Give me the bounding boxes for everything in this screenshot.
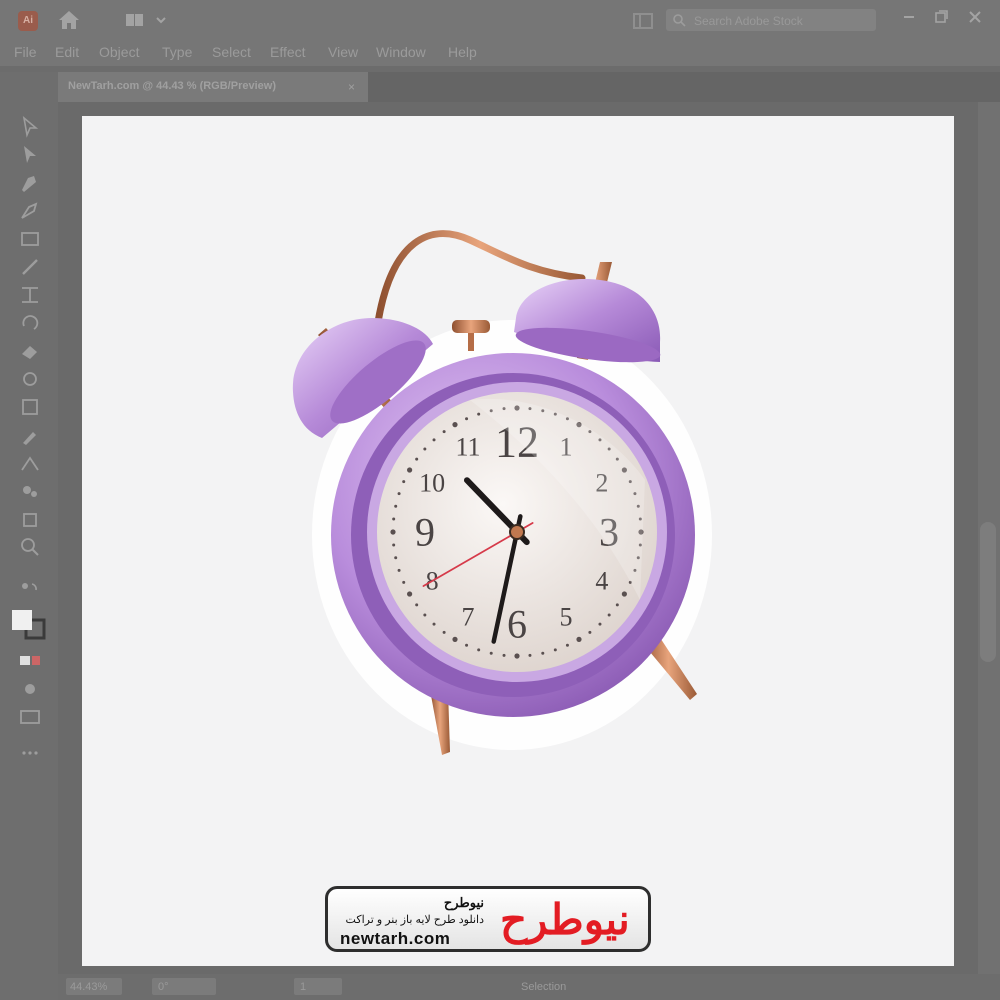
- numeral-11: 11: [455, 433, 480, 462]
- minute-tick: [392, 543, 396, 547]
- minute-tick: [514, 653, 520, 659]
- zoom-level: 44.43%: [70, 981, 108, 993]
- minute-tick: [576, 636, 582, 642]
- minute-tick: [394, 556, 398, 560]
- numeral-10: 10: [419, 469, 445, 498]
- watermark-name: نیوطرح: [443, 895, 484, 910]
- minute-tick: [397, 492, 401, 496]
- tool-mode: Selection: [521, 981, 567, 993]
- minute-tick: [423, 447, 427, 451]
- watermark-logo: نیوطرح: [500, 896, 632, 943]
- vertical-scrollbar[interactable]: [978, 102, 1000, 974]
- minute-tick: [415, 603, 419, 607]
- minute-tick: [423, 613, 427, 617]
- minute-tick: [565, 643, 569, 647]
- minute-tick: [588, 630, 592, 634]
- minute-tick: [615, 603, 619, 607]
- minute-tick: [598, 622, 602, 626]
- minute-tick: [489, 651, 493, 655]
- minute-tick: [432, 438, 436, 442]
- minute-tick: [442, 630, 446, 634]
- artboard-number: 1: [300, 981, 307, 993]
- minute-tick: [465, 417, 469, 421]
- minute-tick: [442, 430, 446, 434]
- minute-tick: [477, 412, 481, 416]
- alarm-button: [452, 320, 490, 333]
- status-bar: 44.43% 0° 1 Selection: [58, 974, 1000, 1000]
- numeral-9: 9: [415, 510, 435, 555]
- minute-tick: [415, 457, 419, 461]
- minute-tick: [402, 580, 406, 584]
- numeral-6: 6: [507, 602, 527, 647]
- alarm-clock-illustration[interactable]: 121234567891011: [0, 0, 1000, 1000]
- minute-tick: [502, 653, 506, 657]
- minute-tick: [432, 622, 436, 626]
- minute-tick: [452, 422, 458, 428]
- minute-tick: [528, 653, 532, 657]
- numeral-7: 7: [462, 602, 475, 631]
- minute-tick: [541, 651, 545, 655]
- minute-tick: [407, 591, 413, 597]
- minute-tick: [607, 613, 611, 617]
- minute-tick: [452, 636, 458, 642]
- center-hub: [509, 524, 525, 540]
- minute-tick: [394, 504, 398, 508]
- minute-tick: [477, 648, 481, 652]
- watermark-tagline: دانلود طرح لایه باز بنر و تراکت: [345, 914, 484, 926]
- watermark-url: newtarh.com: [340, 929, 451, 948]
- numeral-5: 5: [560, 602, 573, 631]
- minute-tick: [390, 529, 396, 535]
- rotation-value: 0°: [158, 981, 169, 993]
- minute-tick: [553, 648, 557, 652]
- newtarh-watermark: نیوطرح نیوطرح دانلود طرح لایه باز بنر و …: [325, 886, 651, 952]
- alarm-button-stem: [468, 333, 474, 351]
- minute-tick: [465, 643, 469, 647]
- numeral-4: 4: [595, 567, 608, 596]
- minute-tick: [402, 480, 406, 484]
- minute-tick: [621, 591, 627, 597]
- minute-tick: [392, 517, 396, 521]
- scrollbar-thumb[interactable]: [980, 522, 996, 662]
- minute-tick: [397, 568, 401, 572]
- minute-tick: [407, 467, 413, 473]
